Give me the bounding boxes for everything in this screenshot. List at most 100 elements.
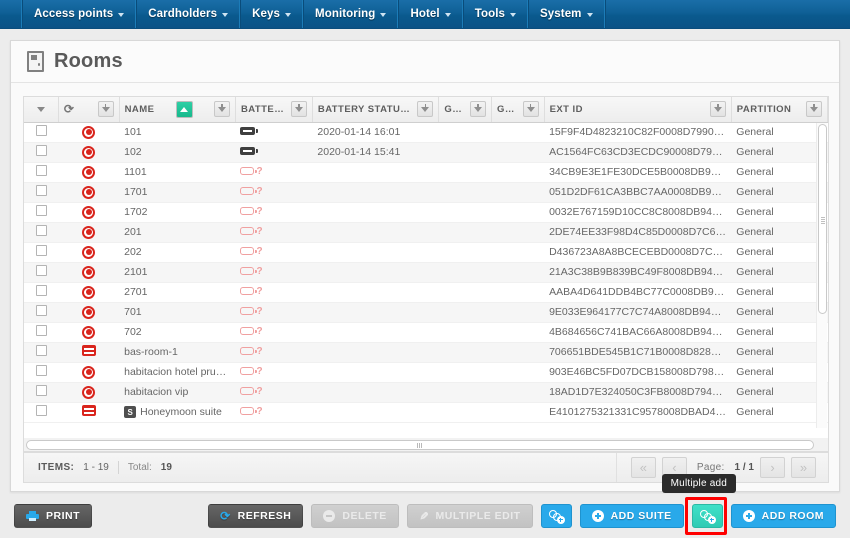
online-icon (82, 165, 96, 179)
row-select-cell[interactable] (24, 362, 59, 383)
nav-item-keys[interactable]: Keys (240, 0, 304, 28)
row-checkbox[interactable] (35, 345, 47, 356)
column-header-battery[interactable]: BATTERY (235, 97, 313, 123)
row-select-cell[interactable] (24, 322, 59, 343)
row-select-cell[interactable] (24, 302, 59, 323)
row-checkbox[interactable] (35, 125, 47, 136)
column-header-battery-status-date[interactable]: BATTERY STATUS DATE (312, 97, 440, 123)
page-title: Rooms (54, 50, 123, 72)
row-battery-cell: ? (235, 242, 313, 263)
row-select-cell[interactable] (24, 382, 59, 403)
table-row[interactable]: 1702? 0032E767159D10CC8C8008DB9417FFD3 Gen… (24, 202, 828, 223)
sort-button-name[interactable] (175, 100, 193, 118)
print-button[interactable]: PRINT (14, 504, 92, 528)
filter-button-battery[interactable] (290, 101, 307, 118)
row-battery-date-cell (312, 222, 439, 243)
add-room-button[interactable]: ADD ROOM (730, 504, 836, 528)
column-header-gpf2[interactable]: GPF2 (491, 97, 545, 123)
printer-icon (26, 511, 39, 521)
row-checkbox[interactable] (35, 405, 47, 416)
filter-button-partition[interactable] (806, 101, 822, 118)
nav-item-system[interactable]: System (528, 0, 605, 28)
horizontal-scrollbar[interactable] (23, 438, 829, 452)
nav-item-access-points[interactable]: Access points (22, 0, 137, 28)
row-select-cell[interactable] (24, 142, 59, 163)
column-header-gpf1[interactable]: GPF1 (438, 97, 492, 123)
column-header-status[interactable]: ⟳ (58, 97, 120, 123)
table-row[interactable]: 702? 4B684656C741BAC66A8008DB9417FBA0 Gene… (24, 322, 828, 343)
vertical-scrollbar[interactable] (816, 123, 827, 428)
multiple-add-room-button[interactable] (691, 504, 723, 528)
next-page-button[interactable]: › (760, 457, 785, 478)
row-select-cell[interactable] (24, 122, 59, 143)
table-row[interactable]: 201? 2DE74EE33F98D4C85D0008D7C6AC447CGene… (24, 222, 828, 243)
table-row[interactable]: habitacion vip? 18AD1D7E324050C3FB8008D79… (24, 382, 828, 403)
table-row[interactable]: 2101? 21A3C38B9B839BC49F8008DB94164F8D Gen… (24, 262, 828, 283)
row-select-cell[interactable] (24, 342, 59, 363)
row-select-cell[interactable] (24, 202, 59, 223)
table-row[interactable]: 1701? 051D2DF61CA3BBC7AA0008DB94166645Gen… (24, 182, 828, 203)
row-select-cell[interactable] (24, 182, 59, 203)
table-row[interactable]: S Honeymoon suite? E4101275321331C9578008D… (24, 402, 828, 423)
table-body: 101 2020-01-14 16:01 15F9F4D4823210C82F000… (24, 122, 828, 423)
nav-item-hotel[interactable]: Hotel (398, 0, 463, 28)
vertical-scrollbar-thumb[interactable] (818, 124, 827, 314)
filter-button-ext-id[interactable] (709, 101, 726, 118)
funnel-icon (473, 104, 482, 112)
row-checkbox[interactable] (35, 185, 47, 196)
online-icon (82, 265, 96, 279)
row-checkbox[interactable] (35, 205, 47, 216)
column-header-partition[interactable]: PARTITION (731, 97, 828, 123)
table-row[interactable]: habitacion hotel prueba? 903E46BC5FD07DCB… (24, 362, 828, 383)
multiple-add-icon (548, 509, 565, 524)
filter-button-gpf2[interactable] (522, 101, 539, 118)
battery-unknown-icon: ? (240, 306, 263, 317)
row-checkbox[interactable] (35, 225, 47, 236)
table-row[interactable]: 1101? 34CB9E3E1FE30DCE5B0008DB94164AF1Gen… (24, 162, 828, 183)
row-status-cell (58, 382, 120, 403)
filter-button-status[interactable] (97, 101, 114, 118)
row-partition-cell: General (731, 302, 828, 323)
row-checkbox[interactable] (35, 165, 47, 176)
row-select-cell[interactable] (24, 242, 59, 263)
row-select-cell[interactable] (24, 262, 59, 283)
print-button-label: PRINT (46, 510, 80, 522)
row-checkbox[interactable] (35, 245, 47, 256)
filter-button-battery-status-date[interactable] (417, 101, 434, 118)
row-select-cell[interactable] (24, 222, 59, 243)
row-select-cell[interactable] (24, 402, 59, 423)
filter-button-name[interactable] (213, 101, 230, 118)
row-checkbox[interactable] (35, 365, 47, 376)
add-suite-button[interactable]: ADD SUITE (579, 504, 684, 528)
table-row[interactable]: 102 2020-01-14 15:41 AC1564FC63CD3ECDC9000… (24, 142, 828, 163)
column-header-select[interactable] (24, 97, 59, 123)
table-row[interactable]: 2701? AABA4D641DDB4BC77C0008DB941669EDGen… (24, 282, 828, 303)
column-header-name[interactable]: NAME (119, 97, 236, 123)
row-checkbox[interactable] (35, 285, 47, 296)
row-checkbox[interactable] (35, 265, 47, 276)
refresh-icon[interactable]: ⟳ (64, 103, 75, 115)
nav-item-cardholders[interactable]: Cardholders (136, 0, 241, 28)
first-page-button[interactable]: « (630, 457, 656, 478)
row-battery-date-cell (312, 362, 439, 383)
refresh-button[interactable]: ⟳ REFRESH (208, 504, 304, 528)
row-select-cell[interactable] (24, 282, 59, 303)
table-row[interactable]: bas-room-1? 706651BDE545B1C71B0008D828A9D… (24, 342, 828, 363)
nav-item-tools[interactable]: Tools (462, 0, 528, 28)
row-checkbox[interactable] (35, 325, 47, 336)
table-row[interactable]: 101 2020-01-14 16:01 15F9F4D4823210C82F000… (24, 122, 828, 143)
chevron-down-icon[interactable] (36, 106, 45, 112)
last-page-button[interactable]: » (791, 457, 816, 478)
column-header-ext-id[interactable]: EXT ID (544, 97, 732, 123)
table-row[interactable]: 202? D436723A8A8BCECEBD0008D7C6ACCE56Gene… (24, 242, 828, 263)
nav-item-monitoring[interactable]: Monitoring (303, 0, 399, 28)
table-row[interactable]: 701? 9E033E964177C7C74A8008DB941662F3 Gene… (24, 302, 828, 323)
row-checkbox[interactable] (35, 145, 47, 156)
toolbar-right-group: ⟳ REFRESH DELETE ✎ MULTIPLE EDIT ADD SUI… (208, 474, 836, 535)
filter-button-gpf1[interactable] (469, 101, 486, 118)
horizontal-scrollbar-thumb[interactable] (26, 440, 814, 450)
multiple-add-suite-button[interactable] (540, 504, 572, 528)
row-checkbox[interactable] (35, 385, 47, 396)
row-checkbox[interactable] (35, 305, 47, 316)
row-select-cell[interactable] (24, 162, 59, 183)
